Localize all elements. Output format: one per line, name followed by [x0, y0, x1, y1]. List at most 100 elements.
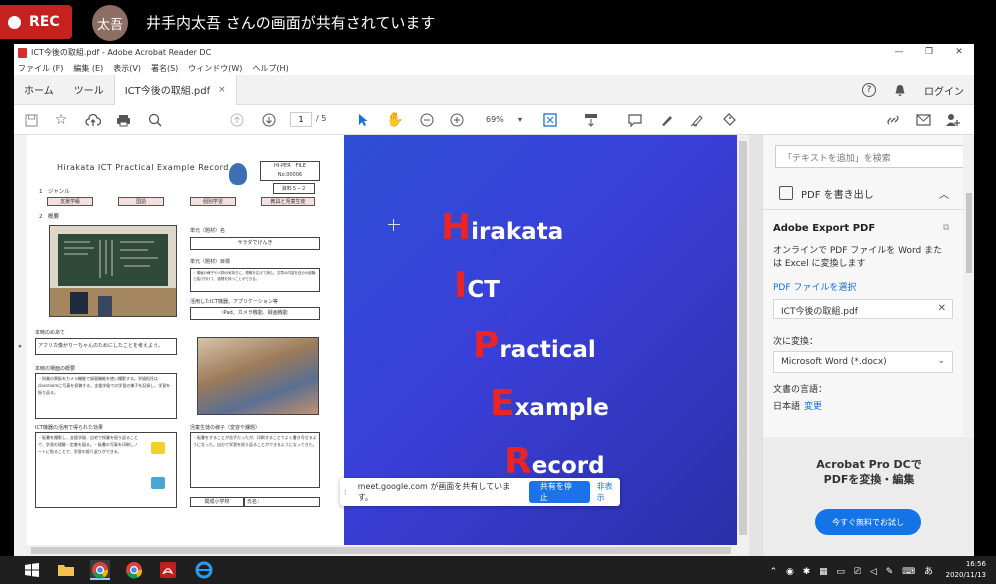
file-explorer-icon[interactable] — [56, 560, 76, 580]
sign-icon[interactable] — [688, 111, 706, 129]
print-icon[interactable] — [114, 111, 132, 129]
chevron-right-icon: ▸ — [18, 341, 23, 350]
zoom-out-icon[interactable] — [418, 111, 436, 129]
tool-search-input[interactable]: 「テキストを追加」を検索 — [775, 145, 963, 168]
copy-icon[interactable]: ⧉ — [943, 223, 949, 233]
window-titlebar: ICT今後の取組.pdf - Adobe Acrobat Reader DC —… — [14, 44, 974, 61]
zoom-search-icon[interactable] — [146, 111, 164, 129]
internet-explorer-icon[interactable] — [194, 560, 214, 580]
tab-home[interactable]: ホーム — [14, 75, 64, 105]
menu-sign[interactable]: 署名(S) — [151, 63, 178, 74]
windows-start-icon[interactable] — [22, 560, 42, 580]
tab-close-icon[interactable]: × — [218, 85, 226, 95]
ime-indicator[interactable]: あ — [924, 567, 936, 577]
maximize-button[interactable]: ❐ — [914, 44, 944, 61]
add-user-icon[interactable] — [944, 111, 962, 129]
export-pdf-header[interactable]: PDF を書き出し ︿ — [763, 177, 963, 209]
hand-tool-icon[interactable]: ✋ — [386, 111, 404, 129]
mail-icon[interactable] — [914, 111, 932, 129]
hiper-cap-h: H — [441, 207, 472, 248]
page-up-icon[interactable] — [228, 111, 246, 129]
export-pdf-title: PDF を書き出し — [801, 189, 874, 201]
acrobat-app-icon — [18, 47, 27, 58]
comment-icon[interactable] — [626, 111, 644, 129]
scroll-thumb[interactable] — [739, 141, 747, 535]
tab-document[interactable]: ICT今後の取組.pdf × — [113, 74, 237, 105]
menu-help[interactable]: ヘルプ(H) — [252, 63, 288, 74]
scroll-mode-icon[interactable] — [582, 111, 600, 129]
zoom-select[interactable]: 69% ▾ — [482, 112, 526, 127]
zoom-in-icon[interactable] — [448, 111, 466, 129]
left-panel-toggle[interactable]: ▸ — [14, 135, 27, 556]
link-icon[interactable] — [884, 111, 902, 129]
genre-tag-2: 国語 — [118, 197, 164, 206]
change-language-link[interactable]: 変更 — [804, 402, 822, 412]
promo-line-1: Acrobat Pro DCで — [816, 458, 922, 471]
file-label: HI-PER FILE — [274, 163, 306, 169]
minimize-button[interactable]: — — [884, 44, 914, 61]
share-status-text: 井手内太吾 さんの画面が共有されています — [146, 14, 436, 32]
star-icon[interactable]: ☆ — [52, 111, 70, 129]
select-cursor-icon[interactable] — [354, 111, 372, 129]
ict-label: 活用したICT機器、アプリケーション等 — [190, 299, 278, 305]
chrome-icon-2[interactable] — [124, 560, 144, 580]
classroom-photo — [49, 225, 177, 317]
genre-tag-3: 個別学習 — [190, 197, 236, 206]
help-icon[interactable]: ? — [862, 83, 876, 97]
hiper-rest-4: xample — [514, 395, 609, 421]
panel-scrollbar[interactable] — [963, 135, 974, 436]
chevron-down-icon: ▾ — [517, 115, 522, 124]
menu-file[interactable]: ファイル (F) — [18, 63, 63, 74]
tab-tools[interactable]: ツール — [64, 75, 114, 105]
ict-value: iPad、カメラ機能、録画機能 — [190, 307, 320, 320]
convert-format-select[interactable]: Microsoft Word (*.docx) ⌄ — [773, 351, 953, 373]
taskbar-clock[interactable]: 16:56 2020/11/13 — [946, 559, 986, 581]
doc-ref-box: 資料５−２ — [273, 183, 315, 194]
convert-format-value: Microsoft Word (*.docx) — [781, 357, 887, 367]
close-window-button[interactable]: ✕ — [944, 44, 974, 61]
scroll-thumb[interactable] — [31, 547, 731, 554]
meet-share-message: meet.google.com が画面を共有しています。 — [357, 482, 511, 502]
hiper-rest-2: CT — [467, 277, 500, 303]
select-pdf-link[interactable]: PDF ファイルを選択 — [773, 280, 856, 293]
student-photo — [197, 337, 319, 415]
save-icon[interactable] — [22, 111, 40, 129]
remove-file-icon[interactable]: ✕ — [938, 303, 946, 314]
file-number-box: HI-PER FILE No.00006 — [260, 161, 320, 181]
document-vertical-scrollbar[interactable] — [737, 135, 749, 545]
acrobat-taskbar-icon[interactable] — [158, 560, 178, 580]
bell-icon[interactable] — [894, 84, 906, 97]
highlight-pen-icon[interactable] — [658, 111, 676, 129]
stop-sharing-button[interactable]: 共有を停止 — [528, 481, 590, 503]
menu-edit[interactable]: 編集 (E) — [73, 63, 103, 74]
hiper-rest-5: ecord — [531, 453, 605, 479]
chevron-down-icon: ⌄ — [937, 356, 945, 366]
free-trial-button[interactable]: 今すぐ無料でお試し — [815, 509, 921, 535]
fit-page-icon[interactable] — [542, 111, 560, 129]
goal-label: 単元（題材）目標 — [190, 259, 231, 265]
rec-badge: REC — [0, 5, 72, 39]
drag-handle-icon[interactable]: ⁞ — [344, 488, 354, 497]
hiper-line-4: Example — [490, 383, 609, 424]
pdf-page-1: Hirakata ICT Practical Example Record HI… — [27, 135, 344, 545]
page-number-input[interactable]: 1 — [290, 112, 312, 127]
login-button[interactable]: ログイン — [924, 83, 964, 98]
cloud-upload-icon[interactable] — [84, 111, 102, 129]
reaction-value: ・板書をすることが苦手だったが、印刷することでよく書き写せるようになった。自分で… — [190, 432, 320, 488]
genre-label: 1 ジャンル — [39, 189, 70, 195]
menu-view[interactable]: 表示(V) — [113, 63, 141, 74]
stamp-icon[interactable] — [720, 111, 738, 129]
page-down-icon[interactable] — [260, 111, 278, 129]
hiper-line-2: ICT — [454, 265, 500, 306]
windows-taskbar: ⌃ ◉ ✱ ▦ ▭ ⎚ ◁ ✎ ⌨ あ 16:56 2020/11/13 — [0, 556, 996, 584]
hide-button[interactable]: 非表示 — [597, 481, 620, 503]
scroll-thumb[interactable] — [966, 193, 972, 273]
chrome-icon[interactable] — [90, 560, 110, 580]
school-label: 関成小学校 — [190, 497, 244, 507]
goal-value: ・場面の様子や人物の気持ちに、想像を広げて読む。文章の内容を自分の経験と結び付け… — [190, 268, 320, 292]
menu-window[interactable]: ウィンドウ(W) — [188, 63, 242, 74]
promo-line-2: PDFを変換・編集 — [823, 473, 915, 486]
document-horizontal-scrollbar[interactable] — [27, 545, 749, 556]
system-tray[interactable]: ⌃ ◉ ✱ ▦ ▭ ⎚ ◁ ✎ ⌨ あ — [770, 564, 936, 577]
chevron-up-icon[interactable]: ︿ — [939, 186, 949, 201]
